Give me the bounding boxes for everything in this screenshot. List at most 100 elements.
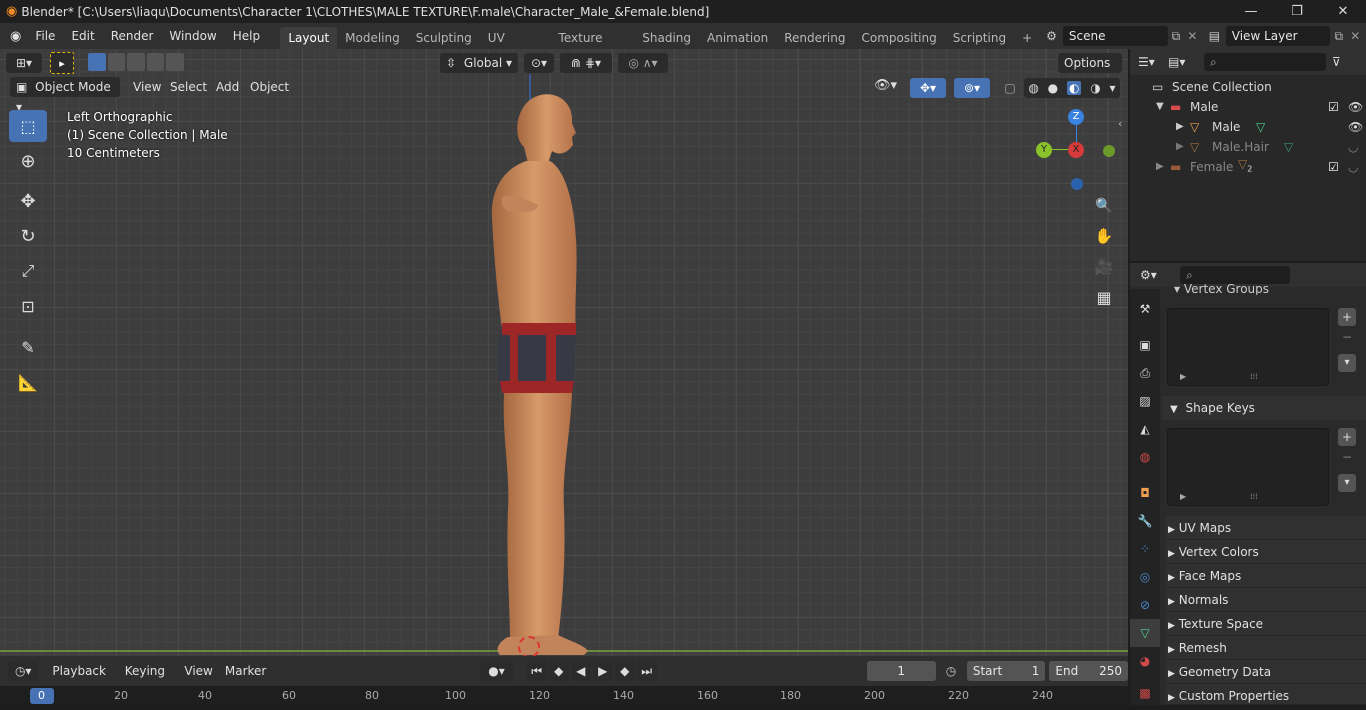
vertex-colors-panel[interactable]: ▶ Vertex Colors — [1166, 540, 1366, 564]
outliner-row-collection-male[interactable]: ▼ ▬ Male ☑ 👁 — [1130, 97, 1366, 117]
menu-view[interactable]: View — [127, 77, 167, 97]
keyframe-record-button[interactable]: ●▾ — [480, 661, 513, 681]
overlay-toggle-icon[interactable]: ⊚▾ — [954, 78, 990, 98]
rendered-shading-icon[interactable]: ◑ — [1090, 81, 1100, 95]
rotate-tool[interactable]: ↻ — [9, 220, 47, 252]
jump-start-icon[interactable]: ⏮ — [526, 661, 547, 681]
scene-icon[interactable]: ⚙ — [1040, 29, 1063, 43]
menu-file[interactable]: File — [27, 23, 63, 49]
navigation-gizmo[interactable]: Z Y X — [1030, 107, 1120, 197]
menu-playback[interactable]: Playback ▾ — [46, 661, 118, 698]
visibility-eye-icon[interactable]: 👁 — [1348, 97, 1366, 117]
list-resize-handle[interactable]: ⁞⁞⁞ — [1250, 492, 1258, 501]
modifier-tab-icon[interactable]: 🔧 — [1130, 507, 1160, 535]
cursor-tool[interactable]: ⊕ — [9, 145, 47, 177]
jump-end-icon[interactable]: ⏭ — [636, 661, 657, 681]
shading-mode-buttons[interactable]: ◍ ● ◐ ◑ ▾ — [1024, 78, 1120, 98]
outliner-row-collection-female[interactable]: ▶ ▬ Female ▽2 ☑ ◡ — [1130, 157, 1366, 177]
material-shading-icon[interactable]: ◐ — [1066, 81, 1082, 95]
tab-rendering[interactable]: Rendering — [776, 27, 853, 49]
start-frame-field[interactable]: Start 1 — [966, 661, 1046, 681]
tab-uv-editing[interactable]: UV Editing — [480, 27, 551, 67]
mesh-data-tab-icon[interactable]: ▽ — [1130, 619, 1160, 647]
timeline-editor[interactable]: ◷▾ Playback ▾ Keying ▾ View Marker ●▾ ⏮ … — [0, 656, 1128, 705]
add-workspace-button[interactable]: + — [1014, 27, 1040, 49]
gizmo-x-axis[interactable]: X — [1068, 142, 1084, 158]
select-invert-icon[interactable] — [146, 53, 165, 71]
remesh-panel[interactable]: ▶ Remesh — [1166, 636, 1366, 660]
properties-search-input[interactable]: ⌕ — [1180, 266, 1290, 284]
select-new-icon[interactable] — [88, 53, 106, 71]
include-checkbox[interactable]: ☑ — [1328, 157, 1348, 177]
tab-layout[interactable]: Layout — [280, 27, 338, 49]
menu-timeline-view[interactable]: View — [178, 661, 218, 681]
normals-panel[interactable]: ▶ Normals — [1166, 588, 1366, 612]
properties-editor-type-icon[interactable]: ⚙▾ — [1140, 268, 1180, 282]
male-character-model[interactable] — [480, 89, 610, 656]
select-box-tool[interactable]: ⬚ — [9, 110, 47, 142]
expand-arrow-icon[interactable]: ▶ — [1176, 117, 1190, 137]
vertex-groups-panel-header[interactable]: ▾ Vertex Groups — [1166, 283, 1362, 295]
auto-range-icon[interactable]: ◷ — [946, 664, 963, 678]
tab-scripting[interactable]: Scripting — [945, 27, 1014, 49]
outliner-search-input[interactable]: ⌕ — [1204, 53, 1326, 71]
remove-shape-key-button[interactable]: − — [1338, 448, 1356, 466]
view-layer-icon[interactable]: ▤ — [1203, 29, 1226, 43]
material-tab-icon[interactable]: ◕ — [1130, 647, 1160, 675]
expand-arrow-icon[interactable]: ▶ — [1176, 137, 1190, 157]
tab-animation[interactable]: Animation — [699, 27, 776, 49]
menu-render[interactable]: Render — [103, 23, 162, 49]
sidebar-toggle-icon[interactable]: ‹ — [1118, 117, 1122, 130]
remove-view-layer-icon[interactable]: ✕ — [1350, 29, 1366, 43]
pivot-point-button[interactable]: ⊙▾ — [524, 53, 554, 73]
3d-viewport[interactable]: ⊞▾ ▸ ⇳ Global ▾ ⊙▾ ⋒ ⋕▾ ◎ ∧▾ Options ▾ ▣… — [0, 49, 1128, 656]
tool-tab-icon[interactable]: ⚒ — [1130, 295, 1160, 323]
end-frame-field[interactable]: End 250 — [1049, 661, 1128, 681]
xray-toggle-icon[interactable]: ▢ — [1000, 78, 1020, 98]
menu-keying[interactable]: Keying ▾ — [119, 661, 179, 698]
world-tab-icon[interactable]: ◍ — [1130, 443, 1160, 471]
expand-arrow-icon[interactable]: ▶ — [1156, 157, 1170, 177]
shading-options-icon[interactable]: ▾ — [1110, 81, 1116, 95]
current-frame-field[interactable]: 1 — [866, 661, 936, 681]
outliner-row-scene-collection[interactable]: ▭ Scene Collection — [1130, 77, 1366, 97]
tab-modeling[interactable]: Modeling — [337, 27, 408, 49]
menu-window[interactable]: Window — [161, 23, 224, 49]
select-extend-icon[interactable] — [107, 53, 126, 71]
transform-orientation-dropdown[interactable]: ⇳ Global ▾ — [440, 53, 518, 73]
add-shape-key-button[interactable]: + — [1338, 428, 1356, 446]
close-button[interactable]: ✕ — [1320, 0, 1366, 23]
vertex-group-specials-button[interactable]: ▾ — [1338, 354, 1356, 372]
tab-compositing[interactable]: Compositing — [853, 27, 944, 49]
shape-keys-list[interactable]: ▶ ⁞⁞⁞ — [1167, 428, 1329, 506]
visibility-hidden-icon[interactable]: ◡ — [1348, 137, 1366, 157]
transform-tool[interactable]: ⊡ — [9, 290, 47, 322]
zoom-icon[interactable]: 🔍 — [1091, 193, 1117, 219]
new-scene-icon[interactable]: ⧉ — [1172, 29, 1188, 44]
select-intersect-icon[interactable] — [166, 53, 184, 71]
constraints-tab-icon[interactable]: ⊘ — [1130, 591, 1160, 619]
menu-select[interactable]: Select — [164, 77, 213, 97]
proportional-edit-button[interactable]: ◎ ∧▾ — [618, 53, 668, 73]
gizmo-z-axis[interactable]: Z — [1068, 109, 1084, 125]
list-expand-icon[interactable]: ▶ — [1180, 492, 1186, 501]
tab-sculpting[interactable]: Sculpting — [408, 27, 480, 49]
scene-tab-icon[interactable]: ◭ — [1130, 415, 1160, 443]
render-tab-icon[interactable]: ▣ — [1130, 331, 1160, 359]
tab-texture-paint[interactable]: Texture Paint — [551, 27, 635, 67]
remove-vertex-group-button[interactable]: − — [1338, 328, 1356, 346]
properties-editor[interactable]: ⚙▾ ⌕ ⚒ ▣ ⎙ ▨ ◭ ◍ ◘ 🔧 ⁘ ◎ ⊘ ▽ ◕ ▩ ▾ Verte… — [1130, 263, 1366, 705]
gizmo-neg-z-axis[interactable] — [1071, 178, 1083, 190]
shape-keys-panel-header[interactable]: ▼ Shape Keys — [1162, 396, 1366, 420]
mode-dropdown[interactable]: ▣ Object Mode ▾ — [10, 77, 120, 114]
minimize-button[interactable]: — — [1228, 0, 1274, 23]
play-icon[interactable]: ▶ — [592, 661, 613, 681]
selection-mode-buttons[interactable] — [88, 53, 184, 73]
pan-hand-icon[interactable]: ✋ — [1091, 223, 1117, 249]
menu-marker[interactable]: Marker — [219, 661, 272, 681]
maximize-button[interactable]: ❐ — [1274, 0, 1320, 23]
gizmo-neg-y-axis[interactable] — [1103, 145, 1115, 157]
include-checkbox[interactable]: ☑ — [1328, 97, 1348, 117]
snap-button[interactable]: ⋒ ⋕▾ — [560, 53, 612, 73]
scene-selector[interactable]: Scene — [1062, 26, 1168, 46]
